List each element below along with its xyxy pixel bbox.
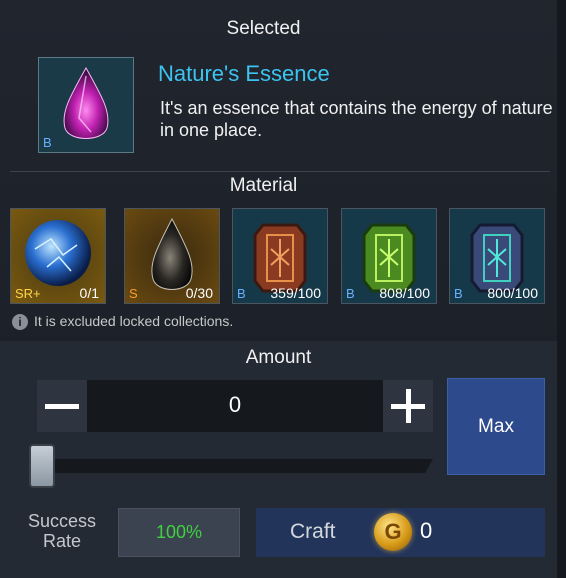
material-header: Material [229,175,298,196]
quantity-stepper: 0 [37,380,433,432]
locked-note-text: It is excluded locked collections. [34,313,234,329]
material-slot[interactable]: B 800/100 [449,208,545,304]
locked-note: i It is excluded locked collections. [12,313,234,331]
material-count: 808/100 [379,285,430,301]
item-description: It's an essence that contains the energy… [160,98,553,140]
item-grade: B [43,135,52,150]
info-icon: i [12,314,28,331]
scroll-edge [557,0,566,578]
success-rate-label: Success Rate [27,511,97,551]
material-count: 359/100 [270,285,321,301]
material-grade: B [454,286,463,301]
amount-slider-track[interactable] [37,459,433,473]
craft-cost: 0 [420,518,433,543]
craft-button[interactable]: Craft G 0 [256,508,545,557]
amount-slider-handle[interactable] [29,444,55,488]
craft-label: Craft [290,520,336,543]
material-count: 0/30 [185,285,213,301]
decrease-button[interactable] [37,380,87,432]
material-grade: S [129,286,138,301]
pink-crystal-drop-icon [39,58,133,152]
material-count: 800/100 [487,285,538,301]
material-slot[interactable]: B 359/100 [232,208,328,304]
material-count: 0/1 [79,285,99,301]
success-rate-value: 100% [118,508,240,557]
material-slot[interactable]: B 808/100 [341,208,437,304]
selected-header: Selected [226,18,301,39]
amount-header: Amount [245,347,312,368]
material-slot[interactable]: S 0/30 [124,208,220,304]
max-button[interactable]: Max [447,378,545,475]
divider [10,171,550,172]
increase-button[interactable] [383,380,433,432]
item-name: Nature's Essence [158,61,330,86]
amount-value: 0 [228,392,242,417]
gold-coin-icon: G [374,513,412,551]
material-grade: B [346,286,355,301]
material-grade: B [237,286,246,301]
selected-item-slot[interactable]: B [38,57,134,153]
material-grade: SR+ [15,286,41,301]
material-slot[interactable]: SR+ 0/1 [10,208,106,304]
